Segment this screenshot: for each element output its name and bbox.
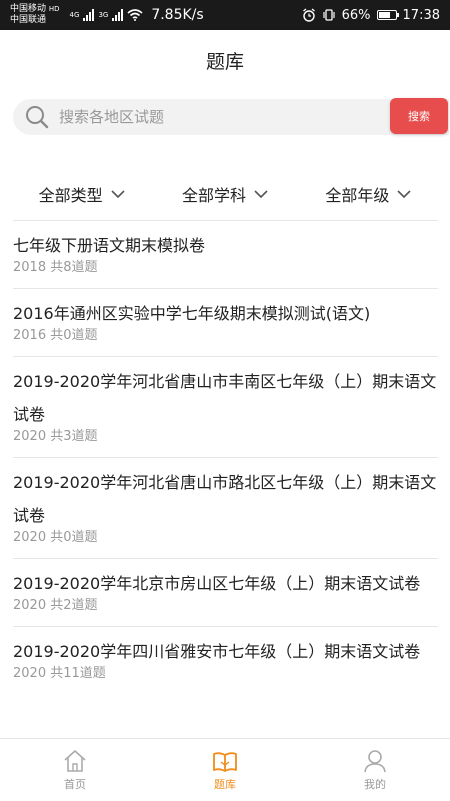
alarm-icon (302, 8, 315, 22)
filter-subject-dropdown[interactable]: 全部学科 (182, 182, 268, 206)
tab-mine-label: 我的 (364, 778, 386, 791)
book-icon (213, 752, 237, 772)
tab-question-bank[interactable]: 题库 (185, 748, 265, 792)
tab-home[interactable]: 首页 (35, 748, 115, 792)
item-meta: 2020 共3道题 (13, 429, 98, 444)
page-title: 题库 (205, 50, 244, 73)
bottom-tab-bar: 首页 题库 我的 (0, 738, 450, 801)
battery-percent: 66% (341, 7, 371, 23)
tab-mine[interactable]: 我的 (335, 748, 415, 792)
filter-grade-label: 全部年级 (325, 186, 390, 205)
home-icon (64, 750, 86, 772)
tab-home-label: 首页 (64, 778, 86, 791)
carrier-2: 中国联通 (10, 15, 47, 25)
list-item[interactable]: 2019-2020学年北京市房山区七年级（上）期末语文试卷 2020 共2道题 (13, 558, 438, 626)
chevron-down-icon (254, 190, 268, 199)
list-item[interactable]: 七年级下册语文期末模拟卷 2018 共8道题 (13, 220, 438, 288)
network-type-1: 4G (69, 11, 80, 19)
chevron-down-icon (397, 190, 411, 199)
item-title: 2019-2020学年河北省唐山市丰南区七年级（上）期末语文试卷 (13, 372, 437, 424)
hd-badge: HD (48, 5, 60, 13)
filter-subject-label: 全部学科 (181, 186, 246, 205)
vibrate-icon (323, 9, 335, 21)
exam-list: 七年级下册语文期末模拟卷 2018 共8道题 2016年通州区实验中学七年级期末… (13, 220, 438, 694)
network-speed: 7.85K/s (151, 7, 204, 23)
item-meta: 2020 共0道题 (13, 530, 98, 545)
search-button[interactable]: 搜索 (390, 98, 448, 134)
status-bar: 中国移动 HD 中国联通 4G 3G 7.85K/s 66% 17:38 (0, 0, 450, 30)
chevron-down-icon (111, 190, 125, 199)
list-item[interactable]: 2019-2020学年河北省唐山市丰南区七年级（上）期末语文试卷 2020 共3… (13, 356, 438, 457)
user-icon (364, 750, 386, 773)
signal-icon-2 (112, 9, 124, 21)
filter-type-label: 全部类型 (38, 186, 103, 205)
list-item[interactable]: 2019-2020学年四川省雅安市七年级（上）期末语文试卷 2020 共11道题 (13, 626, 438, 694)
battery-icon (376, 10, 399, 20)
network-type-2: 3G (98, 11, 109, 19)
tab-question-bank-label: 题库 (214, 778, 236, 791)
item-meta: 2018 共8道题 (13, 260, 98, 275)
filter-bar: 全部类型 全部学科 全部年级 (0, 172, 450, 216)
list-item[interactable]: 2019-2020学年河北省唐山市路北区七年级（上）期末语文试卷 2020 共0… (13, 457, 438, 558)
search-icon (26, 106, 49, 129)
clock: 17:38 (402, 7, 440, 23)
item-title: 2019-2020学年河北省唐山市路北区七年级（上）期末语文试卷 (13, 473, 437, 525)
carrier-info: 中国移动 HD 中国联通 (10, 4, 60, 26)
signal-icon (83, 9, 95, 21)
carrier-1: 中国移动 (10, 4, 47, 14)
filter-grade-dropdown[interactable]: 全部年级 (325, 182, 411, 206)
wifi-icon (127, 9, 143, 21)
search-bar: 搜索 (13, 98, 449, 135)
list-item[interactable]: 2016年通州区实验中学七年级期末模拟测试(语文) 2016 共0道题 (13, 288, 438, 356)
filter-type-dropdown[interactable]: 全部类型 (39, 182, 125, 206)
